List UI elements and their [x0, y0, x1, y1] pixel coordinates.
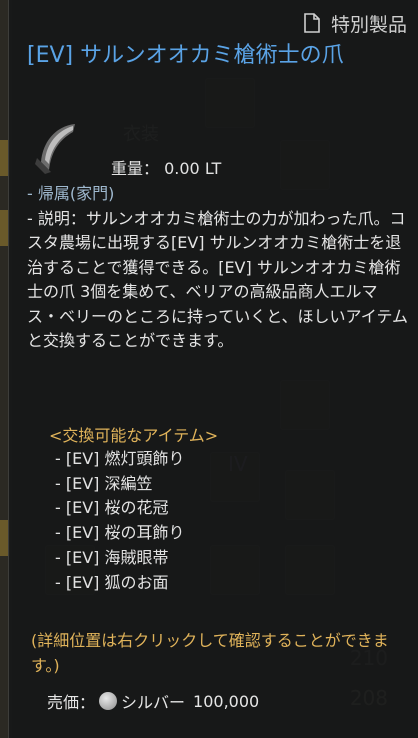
claw-icon — [29, 118, 85, 176]
bind-type: - 帰属(家門) — [27, 184, 115, 203]
list-item: - [EV] 桜の耳飾り — [55, 523, 185, 543]
list-item: - [EV] 燃灯頭飾り — [55, 449, 185, 468]
price-label: 売価： — [47, 693, 96, 712]
weight-value: 0.00 LT — [164, 159, 222, 178]
exchange-title: <交換可能なアイテム> — [49, 426, 219, 445]
item-description-block: - 帰属(家門) - 説明：サルンオオカミ槍術士の力が加わった爪。コスタ農場に出… — [27, 182, 409, 354]
list-item: - [EV] 桜の花冠 — [55, 498, 169, 518]
item-description: - 説明：サルンオオカミ槍術士の力が加わった爪。コスタ農場に出現する[EV] サ… — [27, 208, 408, 351]
item-weight: 重量： 0.00 LT — [111, 155, 221, 179]
weight-label: 重量： — [111, 159, 160, 178]
list-item: - [EV] 海賊眼帯 — [55, 547, 169, 567]
price-value: 100,000 — [193, 691, 260, 711]
document-icon — [303, 12, 321, 34]
badge-label: 特別製品 — [330, 13, 407, 36]
special-product-badge: 特別製品 — [303, 6, 418, 40]
sell-price: 売価： シルバー 100,000 — [9, 686, 418, 716]
item-tooltip: 特別製品 [EV] サルンオオカミ槍術士の爪 重量： 0.00 LT - 帰属(… — [8, 0, 418, 738]
exchange-list: - [EV] 燃灯頭飾り - [EV] 深編笠 - [EV] 桜の花冠 - [E… — [55, 447, 185, 595]
detail-note: (詳細位置は右クリックして確認することができます。) — [31, 631, 389, 675]
item-title: [EV] サルンオオカミ槍術士の爪 — [27, 43, 344, 68]
silver-coin-icon — [99, 692, 118, 710]
list-item: - [EV] 深編笠 — [55, 473, 153, 493]
list-item: - [EV] 狐のお面 — [55, 572, 169, 592]
price-currency: シルバー — [121, 693, 186, 712]
